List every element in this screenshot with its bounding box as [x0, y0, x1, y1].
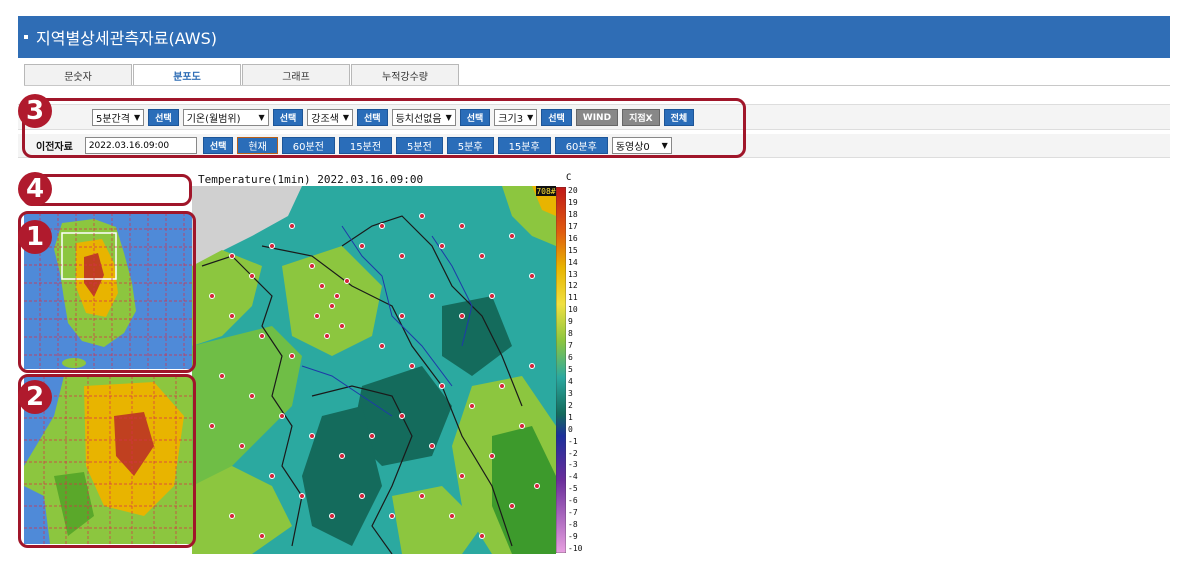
tab-divider	[24, 85, 1170, 86]
annotation-badge-4: 4	[18, 172, 52, 206]
legend-tick-label: 1	[568, 412, 573, 422]
legend-tick-label: 8	[568, 329, 573, 339]
tab-graph[interactable]: 그래프	[242, 64, 350, 86]
tab-numeric[interactable]: 문숫자	[24, 64, 132, 86]
legend-tick-label: -9	[568, 532, 578, 542]
legend-tick-label: -7	[568, 508, 578, 518]
temperature-map[interactable]	[192, 186, 556, 554]
legend-ticks: 20 19 18 17 16 15 14 13 12 11 10 9 8 7 6 5 4 3 2 1 0 -1 -2 -3 -4…	[568, 187, 598, 553]
callout-3-frame	[22, 98, 746, 158]
legend-tick-label: 11	[568, 293, 578, 303]
annotation-badge-1: 1	[18, 220, 52, 254]
legend-tick-label: 5	[568, 365, 573, 374]
annotation-badge-2: 2	[18, 380, 52, 414]
temperature-map-svg	[192, 186, 556, 554]
legend-tick-label: 10	[568, 305, 578, 315]
legend-unit: C	[566, 173, 572, 183]
temperature-legend-bar	[556, 187, 566, 553]
legend-tick-label: 13	[568, 269, 578, 279]
legend-tick-label: 15	[568, 245, 578, 255]
legend-tick-label: 3	[568, 388, 573, 398]
legend-tick-label: 6	[568, 353, 573, 363]
tab-distribution[interactable]: 분포도	[133, 64, 241, 86]
bullet-icon	[24, 35, 28, 39]
legend-tick-label: 14	[568, 257, 578, 267]
legend-tick-label: -6	[568, 496, 578, 506]
legend-tick-label: 18	[568, 209, 578, 219]
map-title: Temperature(1min) 2022.03.16.09:00	[198, 173, 424, 186]
legend-tick-label: 9	[568, 317, 573, 327]
legend-tick-label: 17	[568, 221, 578, 231]
legend-tick-label: -3	[568, 460, 578, 470]
legend-tick-label: 7	[568, 341, 573, 351]
legend-tick-label: -1	[568, 436, 578, 446]
page-header: 지역별상세관측자료(AWS)	[18, 16, 1170, 58]
legend-tick-label: 20	[568, 186, 578, 195]
aws-page: 지역별상세관측자료(AWS) 문숫자 분포도 그래프 누적강수량 5분간격 ▼ 선…	[0, 0, 1200, 573]
legend-tick-label: -10	[568, 544, 583, 553]
legend-tick-label: 19	[568, 197, 578, 207]
legend-tick-label: 12	[568, 281, 578, 291]
legend-tick-label: 2	[568, 400, 573, 410]
annotation-badge-3: 3	[18, 94, 52, 128]
legend-tick-label: -5	[568, 484, 578, 494]
legend-tick-label: -4	[568, 472, 578, 482]
legend-tick-label: 0	[568, 424, 573, 434]
page-title: 지역별상세관측자료(AWS)	[36, 29, 218, 48]
legend-tick-label: -2	[568, 448, 578, 458]
tab-accumulated-rain[interactable]: 누적강수량	[351, 64, 459, 86]
legend-tick-label: 4	[568, 376, 573, 386]
station-count-badge: 708#	[536, 186, 556, 196]
legend-tick-label: -8	[568, 520, 578, 530]
tab-bar: 문숫자 분포도 그래프 누적강수량	[24, 64, 460, 86]
legend-tick-label: 16	[568, 233, 578, 243]
